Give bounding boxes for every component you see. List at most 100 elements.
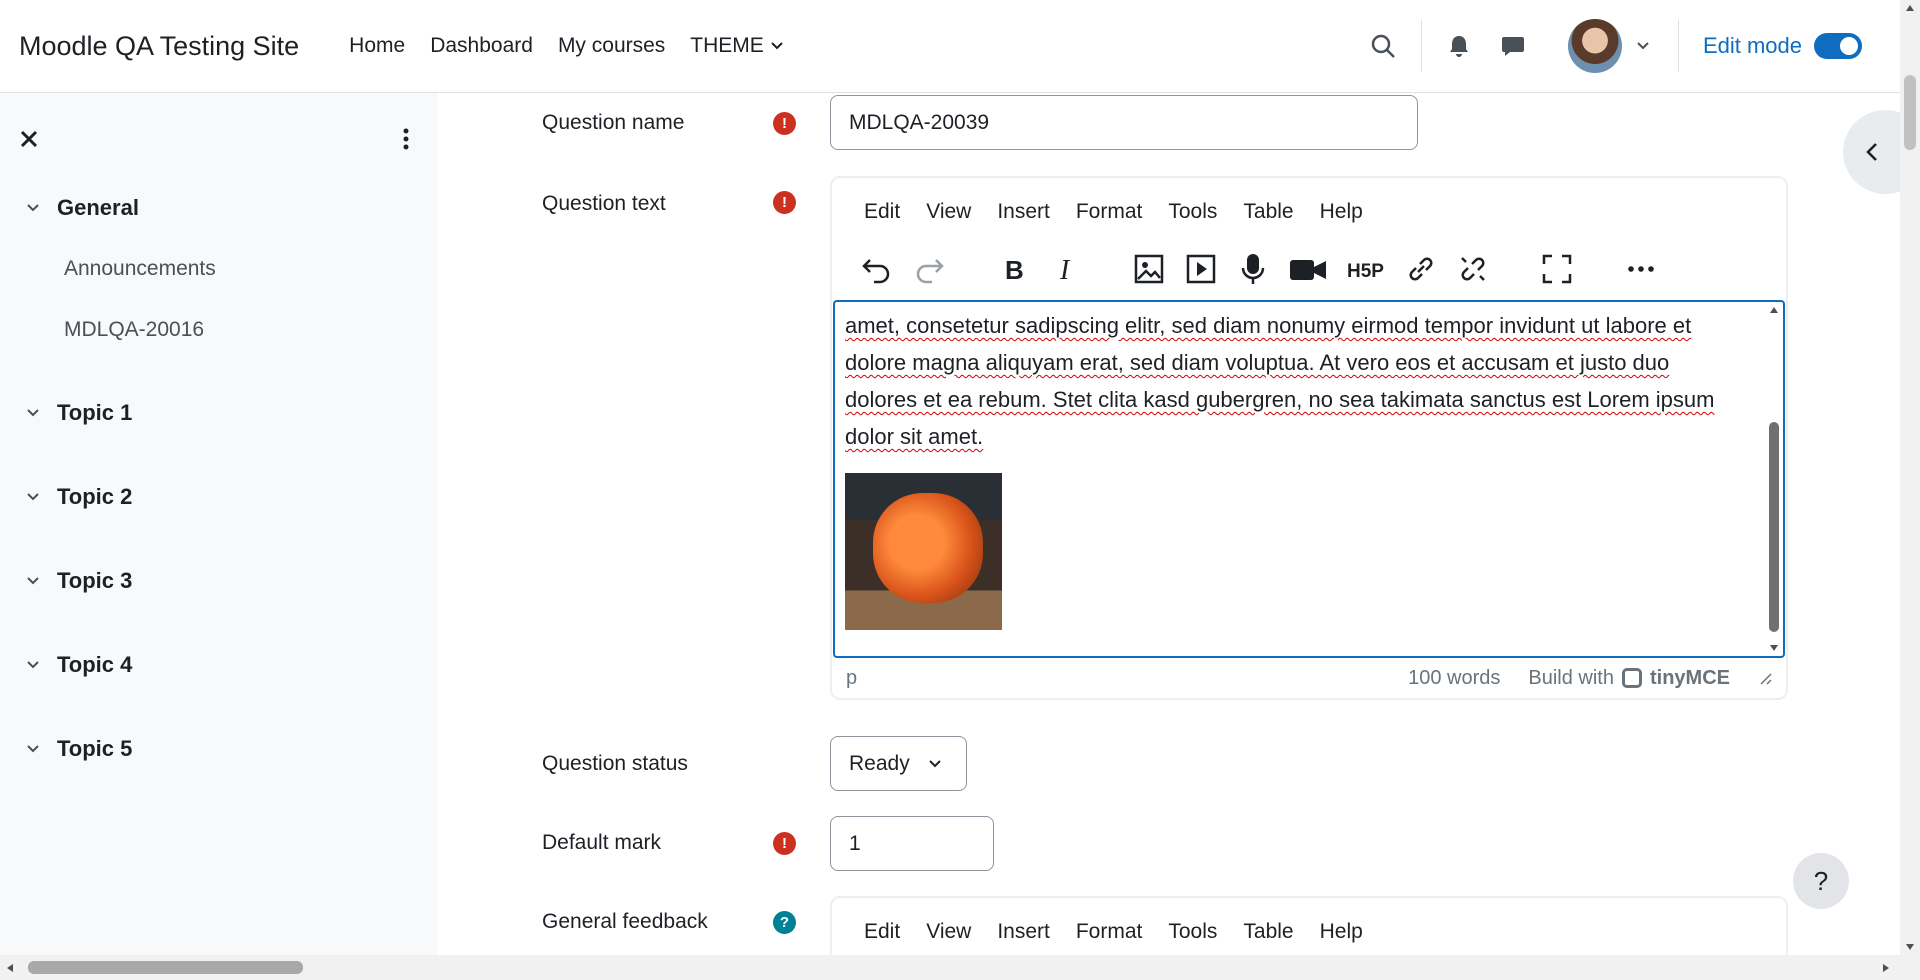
more-vertical-icon[interactable] [402, 127, 410, 151]
statusbar-right: 100 words Build with tinyMCE [1408, 667, 1772, 690]
page-vertical-scrollbar[interactable] [1900, 0, 1920, 955]
menu-help[interactable]: Help [1320, 920, 1363, 955]
chevron-down-icon[interactable] [26, 492, 40, 502]
menu-format[interactable]: Format [1076, 200, 1143, 238]
menu-tools[interactable]: Tools [1168, 200, 1217, 238]
general-feedback-label: General feedback [542, 910, 708, 933]
section-title: Topic 2 [57, 484, 133, 509]
close-icon[interactable] [18, 128, 40, 150]
general-feedback-editor: Edit View Insert Format Tools Table Help [830, 896, 1788, 955]
default-mark-label: Default mark [542, 831, 662, 854]
section-general[interactable]: General [26, 188, 438, 228]
record-video-icon[interactable] [1288, 252, 1328, 286]
navbar-right: Edit mode [1353, 0, 1900, 92]
help-icon[interactable]: ? [773, 911, 796, 934]
navbar-divider [1677, 20, 1679, 72]
section-title: Topic 1 [57, 400, 133, 425]
menu-edit[interactable]: Edit [864, 920, 900, 955]
menu-view[interactable]: View [926, 200, 971, 238]
section-topic-1[interactable]: Topic 1 [26, 393, 438, 433]
chevron-down-icon[interactable] [26, 744, 40, 754]
search-icon[interactable] [1353, 16, 1413, 76]
required-icon: ! [773, 191, 796, 214]
section-topic-5[interactable]: Topic 5 [26, 729, 438, 769]
chevron-down-icon[interactable] [26, 660, 40, 670]
nav-my-courses[interactable]: My courses [558, 34, 665, 58]
link-icon[interactable] [1404, 252, 1438, 286]
word-count[interactable]: 100 words [1408, 667, 1500, 690]
fullscreen-icon[interactable] [1540, 252, 1574, 286]
user-menu-chevron-icon[interactable] [1636, 41, 1650, 51]
scroll-left-icon[interactable] [6, 963, 14, 973]
menu-view[interactable]: View [926, 920, 971, 955]
menu-help[interactable]: Help [1320, 200, 1363, 238]
scroll-right-icon[interactable] [1882, 963, 1890, 973]
italic-icon[interactable]: I [1048, 252, 1082, 286]
avatar[interactable] [1567, 19, 1622, 73]
media-icon[interactable] [1184, 252, 1218, 286]
scroll-up-icon[interactable] [1905, 4, 1915, 12]
resize-handle-icon[interactable] [1758, 671, 1772, 685]
question-status-value: Ready [849, 751, 910, 775]
question-name-input[interactable]: MDLQA-20039 [830, 95, 1418, 150]
chevron-down-icon[interactable] [26, 408, 40, 418]
required-icon: ! [773, 832, 796, 855]
menu-table[interactable]: Table [1243, 920, 1293, 955]
page-horizontal-scrollbar[interactable] [0, 955, 1920, 980]
help-button[interactable]: ? [1793, 853, 1849, 909]
messages-icon[interactable] [1488, 16, 1538, 76]
default-mark-input[interactable]: 1 [830, 816, 994, 871]
bell-icon[interactable] [1430, 16, 1488, 76]
nav-theme[interactable]: THEME [690, 34, 784, 58]
menu-tools[interactable]: Tools [1168, 920, 1217, 955]
section-topic-4[interactable]: Topic 4 [26, 645, 438, 685]
nav-dashboard[interactable]: Dashboard [430, 34, 533, 58]
more-icon[interactable] [1624, 252, 1658, 286]
question-text-label: Question text [542, 192, 666, 215]
tinymce-branding[interactable]: Build with tinyMCE [1528, 667, 1730, 690]
bold-icon[interactable]: B [996, 252, 1030, 286]
menu-edit[interactable]: Edit [864, 200, 900, 238]
chevron-down-icon[interactable] [26, 576, 40, 586]
menu-insert[interactable]: Insert [997, 200, 1050, 238]
navbar-divider [1420, 20, 1422, 72]
scroll-down-icon[interactable] [1905, 943, 1915, 951]
editor-menubar: Edit View Insert Format Tools Table Help [832, 178, 1786, 238]
editor-menubar: Edit View Insert Format Tools Table Help [832, 898, 1786, 955]
course-item-announcements[interactable]: Announcements [64, 249, 438, 289]
editor-scroll-thumb[interactable] [1769, 422, 1779, 632]
teddy-bear-image[interactable] [845, 473, 1002, 630]
editor-scrollbar[interactable] [1767, 304, 1781, 654]
section-topic-3[interactable]: Topic 3 [26, 561, 438, 601]
section-title: General [57, 195, 139, 220]
menu-format[interactable]: Format [1076, 920, 1143, 955]
image-icon[interactable] [1132, 252, 1166, 286]
nav-home[interactable]: Home [349, 34, 405, 58]
required-icon: ! [773, 112, 796, 135]
question-status-select[interactable]: Ready [830, 736, 967, 791]
svg-text:I: I [1059, 255, 1071, 286]
page-scroll-thumb[interactable] [1904, 75, 1916, 150]
h5p-icon[interactable]: H5P [1346, 252, 1386, 286]
course-item-mdlqa-20016[interactable]: MDLQA-20016 [64, 310, 438, 350]
site-name[interactable]: Moodle QA Testing Site [19, 31, 299, 62]
section-title: Topic 3 [57, 568, 133, 593]
element-path[interactable]: p [846, 667, 857, 690]
scroll-up-icon[interactable] [1769, 306, 1779, 314]
nav-theme-label: THEME [690, 34, 764, 57]
edit-mode-toggle[interactable] [1814, 33, 1862, 59]
chevron-down-icon[interactable] [26, 203, 40, 213]
undo-icon[interactable] [860, 252, 894, 286]
scroll-down-icon[interactable] [1769, 644, 1779, 652]
open-block-drawer-button[interactable] [1843, 110, 1900, 194]
question-text-editor: Edit View Insert Format Tools Table Help… [830, 176, 1788, 700]
record-audio-icon[interactable] [1236, 252, 1270, 286]
editor-content-area[interactable]: amet, consetetur sadipscing elitr, sed d… [833, 300, 1785, 658]
section-topic-2[interactable]: Topic 2 [26, 477, 438, 517]
unlink-icon[interactable] [1456, 252, 1490, 286]
tinymce-brand: tinyMCE [1650, 666, 1730, 689]
menu-insert[interactable]: Insert [997, 920, 1050, 955]
redo-icon[interactable] [912, 252, 946, 286]
menu-table[interactable]: Table [1243, 200, 1293, 238]
horizontal-scroll-thumb[interactable] [28, 961, 303, 974]
